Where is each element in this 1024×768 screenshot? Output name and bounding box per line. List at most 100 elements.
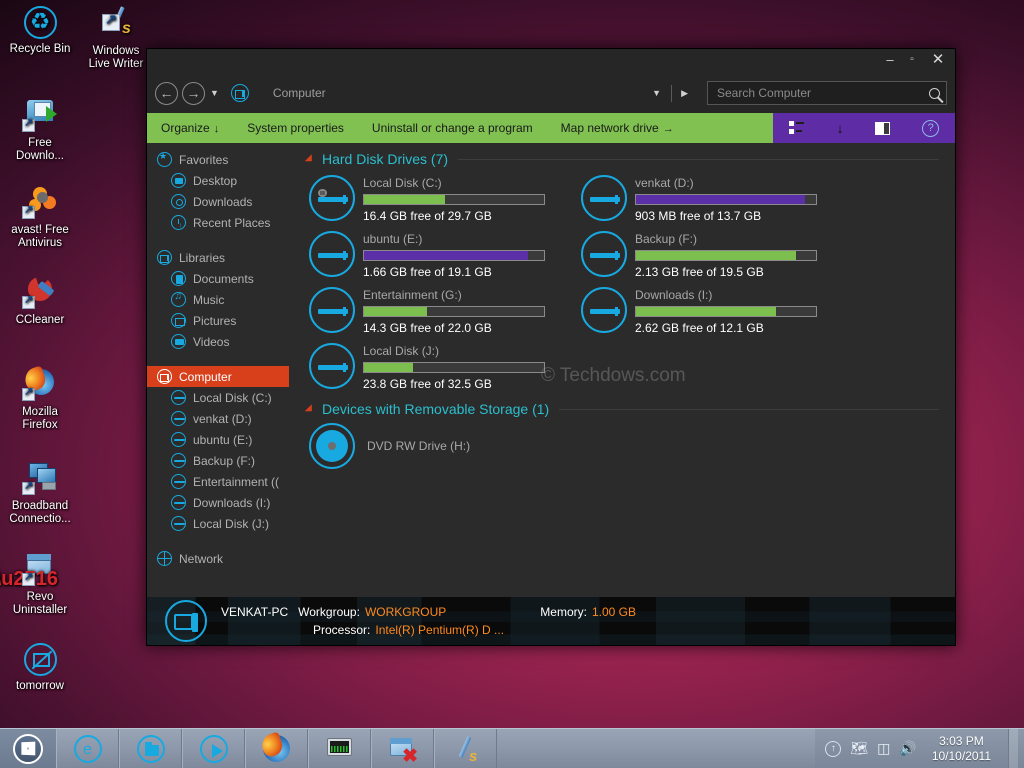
collapse-triangle-icon[interactable] [304, 403, 316, 415]
network-icon[interactable]: ◫ [877, 740, 890, 757]
breadcrumb[interactable]: Computer [273, 86, 642, 100]
sidebar-item-downloads-i[interactable]: Downloads (I:) [147, 492, 293, 513]
desktop-icon-ccleaner[interactable]: CCleaner [1, 275, 79, 327]
taskbar: e ✖ s ↑ 🗺 ◫ 🔊 3:03 PM 10/10/2011 [0, 728, 1024, 768]
drive-name: Backup (F:) [635, 232, 698, 246]
drive-item-ubuntu-e[interactable]: ubuntu (E:) 1.66 GB free of 19.1 GB [309, 229, 581, 285]
taskbar-item-mozilla-firefox[interactable] [245, 729, 308, 768]
navigation-bar: ← → ▼ Computer ▼ ▶ [147, 73, 955, 113]
navigation-pane: Favorites Desktop Downloads Recent Place… [147, 143, 293, 597]
chevron-down-icon[interactable]: ▼ [642, 88, 671, 98]
show-hidden-icons-icon[interactable]: ↑ [825, 740, 842, 757]
windows-explorer-icon [136, 734, 165, 763]
drive-item-local-disk-j[interactable]: Local Disk (J:) 23.8 GB free of 32.5 GB [309, 341, 581, 397]
view-dropdown-arrow-icon[interactable]: ↓ [837, 120, 844, 136]
sidebar-item-computer[interactable]: Computer [147, 366, 289, 387]
sidebar-item-favorites[interactable]: Favorites [147, 149, 293, 170]
start-button[interactable] [0, 729, 56, 768]
close-button[interactable]: ✕ [925, 49, 951, 71]
sidebar-item-backup-f[interactable]: Backup (F:) [147, 450, 293, 471]
sidebar-item-videos[interactable]: Videos [147, 331, 293, 352]
sidebar-item-label: Backup (F:) [193, 453, 256, 468]
safely-remove-hardware-icon[interactable]: 🗺 [850, 740, 868, 757]
desktop-icon-label: Mozilla [22, 406, 58, 418]
taskbar-item-windows-live-writer[interactable]: s [434, 729, 497, 768]
recent-places-clock-icon [171, 215, 186, 230]
search-box[interactable] [707, 81, 947, 105]
sidebar-item-local-disk-j[interactable]: Local Disk (J:) [147, 513, 293, 534]
sidebar-item-libraries[interactable]: Libraries [147, 247, 293, 268]
desktop-icon-label-2: Downlo... [16, 150, 64, 162]
organize-button[interactable]: Organize ↓ [147, 121, 233, 135]
drive-item-downloads-i[interactable]: Downloads (I:) 2.62 GB free of 12.1 GB [581, 285, 853, 341]
workgroup-value: WORKGROUP [364, 605, 447, 619]
sidebar-item-pictures[interactable]: Pictures [147, 310, 293, 331]
show-desktop-button[interactable] [1008, 728, 1018, 768]
sidebar-item-documents[interactable]: Documents [147, 268, 293, 289]
drive-item-venkat-d[interactable]: venkat (D:) 903 MB free of 13.7 GB [581, 173, 853, 229]
desktop-icon-recycle-bin[interactable]: Recycle Bin [1, 5, 79, 56]
sidebar-item-downloads[interactable]: Downloads [147, 191, 293, 212]
sidebar-item-ubuntu-e[interactable]: ubuntu (E:) [147, 429, 293, 450]
hard-disk-drive-grid: Local Disk (C:) 16.4 GB free of 29.7 GB … [309, 173, 955, 397]
taskbar-item-system-monitor[interactable] [308, 729, 371, 768]
sidebar-item-music[interactable]: Music [147, 289, 293, 310]
back-button[interactable]: ← [155, 81, 178, 105]
mozilla-firefox-icon [1, 365, 79, 403]
drive-item-local-disk-c[interactable]: Local Disk (C:) 16.4 GB free of 29.7 GB [309, 173, 581, 229]
volume-icon[interactable]: 🔊 [899, 740, 916, 757]
change-view-icon[interactable] [788, 121, 805, 135]
sidebar-item-local-disk-c[interactable]: Local Disk (C:) [147, 387, 293, 408]
sidebar-item-recent-places[interactable]: Recent Places [147, 212, 293, 233]
search-input[interactable] [717, 86, 925, 100]
sidebar-item-venkat-d[interactable]: venkat (D:) [147, 408, 293, 429]
capacity-bar [635, 306, 817, 317]
map-network-drive-button[interactable]: Map network drive → [547, 121, 688, 135]
window-title-bar[interactable]: – ▫ ✕ [147, 49, 955, 73]
details-pane: VENKAT-PC Workgroup: WORKGROUP Memory: 1… [147, 597, 955, 645]
drive-item-entertainment-g[interactable]: Entertainment (G:) 14.3 GB free of 22.0 … [309, 285, 581, 341]
taskbar-item-windows-explorer[interactable] [119, 729, 182, 768]
sidebar-item-network[interactable]: Network [147, 548, 293, 569]
group-header-hard-disk-drives[interactable]: Hard Disk Drives (7) [304, 151, 955, 167]
drive-free-space: 14.3 GB free of 22.0 GB [363, 321, 492, 335]
desktop-icon-label: Revo [26, 591, 54, 603]
forward-button[interactable]: → [182, 81, 205, 105]
clock[interactable]: 3:03 PM 10/10/2011 [926, 734, 999, 764]
sidebar-item-entertainment-g[interactable]: Entertainment (( [147, 471, 293, 492]
desktop-icon-revo-uninstaller[interactable]: \u2716 Revo Uninstaller [0, 552, 79, 617]
desktop-icon-broadband-connection[interactable]: Broadband Connectio... [1, 461, 79, 526]
sidebar-item-label: Entertainment (( [193, 474, 280, 489]
drive-icon [171, 432, 186, 447]
drive-free-space: 16.4 GB free of 29.7 GB [363, 209, 492, 223]
search-icon[interactable] [929, 87, 940, 99]
sidebar-item-label: Libraries [179, 250, 226, 265]
taskbar-item-internet-explorer[interactable]: e [56, 729, 119, 768]
show-preview-pane-icon[interactable] [875, 121, 891, 135]
uninstall-or-change-program-button[interactable]: Uninstall or change a program [358, 121, 547, 135]
desktop-icon-free-download-manager[interactable]: Free Downlo... [1, 98, 79, 163]
help-icon[interactable]: ? [922, 119, 940, 137]
desktop-icon-mozilla-firefox[interactable]: Mozilla Firefox [1, 365, 79, 432]
maximize-button[interactable]: ▫ [899, 49, 925, 71]
address-bar[interactable]: Computer ▼ ▶ [263, 80, 697, 106]
taskbar-item-revo-uninstaller[interactable]: ✖ [371, 729, 434, 768]
system-properties-button[interactable]: System properties [233, 121, 358, 135]
sidebar-item-label: Downloads [193, 194, 253, 209]
drive-item-backup-f[interactable]: Backup (F:) 2.13 GB free of 19.5 GB [581, 229, 853, 285]
drive-item-dvd-rw-h[interactable]: DVD RW Drive (H:) [309, 423, 955, 469]
recent-pages-caret-icon[interactable]: ▼ [210, 88, 219, 98]
desktop-icon-label: avast! Free [11, 224, 69, 236]
capacity-bar [363, 194, 545, 205]
go-arrow-icon[interactable]: ▶ [672, 88, 697, 99]
group-header-removable-storage[interactable]: Devices with Removable Storage (1) [304, 401, 955, 417]
windows-explorer-window: – ▫ ✕ ← → ▼ Computer ▼ ▶ Organize↓ Syste… [146, 48, 956, 646]
recycle-bin-icon [1, 5, 79, 40]
collapse-triangle-icon[interactable] [304, 153, 316, 165]
sidebar-item-desktop[interactable]: Desktop [147, 170, 293, 191]
desktop-icon-avast-antivirus[interactable]: avast! Free Antivirus [1, 185, 79, 250]
desktop-icon-tomorrow[interactable]: tomorrow [1, 643, 79, 693]
desktop-icon-windows-live-writer[interactable]: s Windows Live Writer [77, 6, 155, 71]
taskbar-item-windows-media-player[interactable] [182, 729, 245, 768]
